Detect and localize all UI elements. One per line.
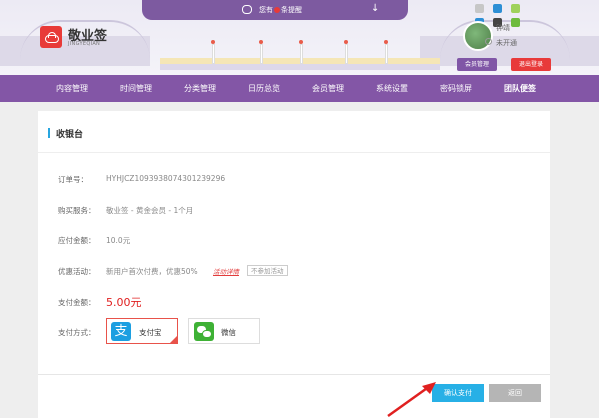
- pointer-arrow-icon: [387, 382, 436, 418]
- message-icon: [242, 5, 252, 14]
- nav-item-team[interactable]: 团队便签: [488, 75, 552, 102]
- order-number: HYHJCZ1093938074301239296: [106, 174, 226, 183]
- user-status: 未开通: [496, 39, 517, 47]
- header: 敬业签 JINGYEQIAN 您有 条提醒 ↓ 钟靖 未开通 会员管理 退出登录: [0, 0, 599, 75]
- nav-item-category[interactable]: 分类管理: [168, 75, 232, 102]
- nav-item-calendar[interactable]: 日历总览: [232, 75, 296, 102]
- android-icon[interactable]: [511, 4, 520, 13]
- notice-suffix: 条提醒: [281, 6, 302, 14]
- wechat-option[interactable]: 微信: [188, 318, 260, 344]
- nav-item-settings[interactable]: 系统设置: [360, 75, 424, 102]
- windows-icon[interactable]: [493, 4, 502, 13]
- divider: [38, 152, 550, 153]
- promo-description: 新用户首次付费，优惠50%: [106, 267, 198, 276]
- logo-icon[interactable]: [40, 26, 62, 48]
- service-value: 敬业签 - 黄金会员 - 1个月: [106, 206, 194, 215]
- notice-text: 您有 条提醒: [259, 5, 302, 15]
- pay-amount-label: 支付金额：: [58, 298, 96, 307]
- back-button[interactable]: 返回: [489, 384, 541, 402]
- method-label: 支付方式：: [58, 328, 96, 337]
- alipay-option[interactable]: 支 支付宝: [106, 318, 178, 344]
- member-management-button[interactable]: 会员管理: [457, 58, 497, 71]
- apple-icon[interactable]: [475, 4, 484, 13]
- order-label: 订单号：: [58, 175, 88, 184]
- service-label: 购买服务：: [58, 206, 96, 215]
- logout-button[interactable]: 退出登录: [511, 58, 551, 71]
- user-name: 钟靖: [496, 24, 510, 32]
- android-icon[interactable]: [511, 18, 520, 27]
- alipay-icon: 支: [111, 322, 131, 341]
- main-nav: 内容管理 时间管理 分类管理 日历总览 会员管理 系统设置 密码锁屏 团队便签: [0, 75, 599, 102]
- arrow-down-icon[interactable]: ↓: [371, 3, 379, 14]
- skip-promo-button[interactable]: 不参加活动: [247, 265, 288, 276]
- avatar[interactable]: [463, 21, 493, 51]
- promo-label: 优惠活动：: [58, 267, 96, 276]
- wechat-icon: [194, 322, 214, 341]
- nav-item-member[interactable]: 会员管理: [296, 75, 360, 102]
- wechat-label: 微信: [221, 328, 236, 337]
- nav-item-content[interactable]: 内容管理: [40, 75, 104, 102]
- promo-details-link[interactable]: 活动详情: [213, 266, 239, 276]
- payable-amount: 10.0元: [106, 236, 131, 245]
- notice-bar[interactable]: 您有 条提醒 ↓: [142, 0, 408, 20]
- nav-item-time[interactable]: 时间管理: [104, 75, 168, 102]
- pay-amount: 5.00元: [106, 296, 142, 309]
- cashier-panel: 收银台 订单号： HYHJCZ1093938074301239296 购买服务：…: [38, 111, 550, 418]
- title-accent: [48, 128, 50, 138]
- notice-prefix: 您有: [259, 6, 273, 14]
- header-scene: [160, 22, 440, 70]
- page-title: 收银台: [56, 130, 84, 140]
- notice-count-badge: [274, 7, 280, 13]
- selected-check-icon: [170, 336, 177, 343]
- member-status-icon: [485, 38, 492, 45]
- alipay-label: 支付宝: [139, 328, 162, 337]
- payable-label: 应付金额：: [58, 236, 96, 245]
- nav-item-lock[interactable]: 密码锁屏: [424, 75, 488, 102]
- divider: [38, 374, 550, 375]
- logo-subtitle: JINGYEQIAN: [68, 41, 101, 47]
